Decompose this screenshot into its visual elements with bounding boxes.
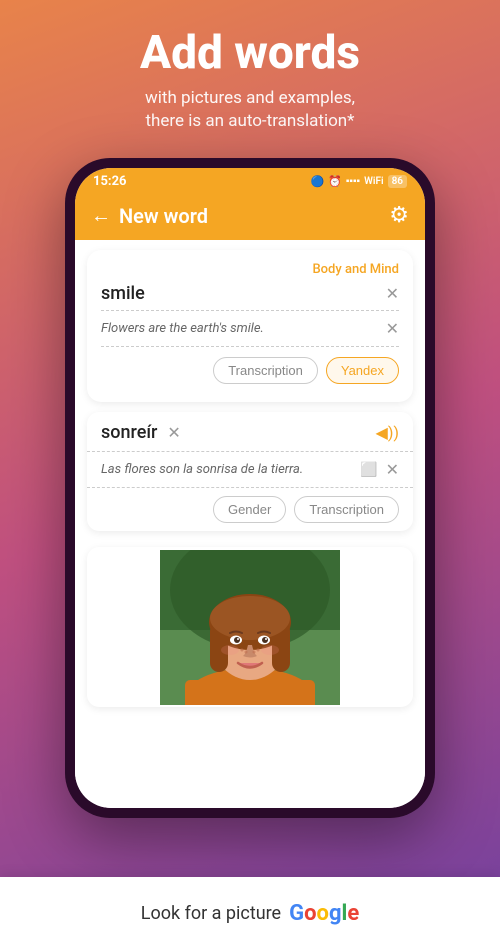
- google-bar-text: Look for a picture: [141, 903, 281, 924]
- word-buttons: Transcription Yandex: [101, 357, 399, 384]
- transcription-button[interactable]: Transcription: [213, 357, 318, 384]
- settings-icon[interactable]: ⚙: [389, 203, 409, 228]
- status-time: 15:26: [93, 174, 127, 189]
- person-image: [160, 550, 340, 705]
- example-field[interactable]: Flowers are the earth's smile.: [101, 321, 264, 336]
- bluetooth-icon: 🔵: [310, 175, 324, 188]
- app-header: ← New word ⚙: [75, 193, 425, 240]
- hero-title: Add words: [140, 28, 360, 79]
- word-field[interactable]: smile: [101, 283, 145, 304]
- screen-title: New word: [119, 204, 208, 228]
- category-label[interactable]: Body and Mind: [101, 262, 399, 277]
- word-card: Body and Mind smile ✕ Flowers are the ea…: [87, 250, 413, 402]
- content-area: Body and Mind smile ✕ Flowers are the ea…: [75, 240, 425, 808]
- translation-buttons: Gender Transcription: [87, 488, 413, 531]
- google-search-bar[interactable]: Look for a picture Google: [0, 877, 500, 949]
- wifi-icon: WiFi: [364, 176, 383, 187]
- translation-example[interactable]: Las flores son la sonrisa de la tierra.: [101, 462, 303, 477]
- trans-example-actions: ⬜ ✕: [360, 460, 399, 479]
- phone-screen: 15:26 🔵 ⏰ ▪▪▪▪ WiFi 86 ← New word ⚙ Body…: [75, 168, 425, 808]
- status-icons: 🔵 ⏰ ▪▪▪▪ WiFi 86: [310, 175, 407, 188]
- word-row: smile ✕: [101, 283, 399, 311]
- translation-example-row: Las flores son la sonrisa de la tierra. …: [87, 452, 413, 488]
- hero-subtitle: with pictures and examples, there is an …: [140, 87, 360, 135]
- status-bar: 15:26 🔵 ⏰ ▪▪▪▪ WiFi 86: [75, 168, 425, 193]
- clear-trans-example-icon[interactable]: ✕: [386, 460, 399, 479]
- alarm-icon: ⏰: [328, 175, 342, 188]
- image-container[interactable]: [87, 547, 413, 707]
- example-row: Flowers are the earth's smile. ✕: [101, 319, 399, 347]
- battery-icon: 86: [388, 175, 407, 188]
- phone-frame: 15:26 🔵 ⏰ ▪▪▪▪ WiFi 86 ← New word ⚙ Body…: [65, 158, 435, 818]
- header-left: ← New word: [91, 203, 208, 228]
- clear-translation-icon[interactable]: ✕: [167, 423, 180, 442]
- translation-word-row: sonreír ✕ ◀)): [87, 412, 413, 452]
- back-button[interactable]: ←: [91, 203, 111, 228]
- trans-left: sonreír ✕: [101, 422, 181, 443]
- signal-icon: ▪▪▪▪: [346, 176, 360, 187]
- copy-icon[interactable]: ⬜: [360, 462, 377, 478]
- clear-word-icon[interactable]: ✕: [386, 284, 399, 303]
- hero-header: Add words with pictures and examples, th…: [140, 0, 360, 144]
- clear-example-icon[interactable]: ✕: [386, 319, 399, 338]
- trans-transcription-button[interactable]: Transcription: [294, 496, 399, 523]
- gender-button[interactable]: Gender: [213, 496, 286, 523]
- translation-word[interactable]: sonreír: [101, 422, 157, 443]
- yandex-button[interactable]: Yandex: [326, 357, 399, 384]
- translation-section: sonreír ✕ ◀)) Las flores son la sonrisa …: [87, 412, 413, 531]
- sound-icon[interactable]: ◀)): [376, 423, 399, 442]
- google-logo: Google: [289, 901, 359, 926]
